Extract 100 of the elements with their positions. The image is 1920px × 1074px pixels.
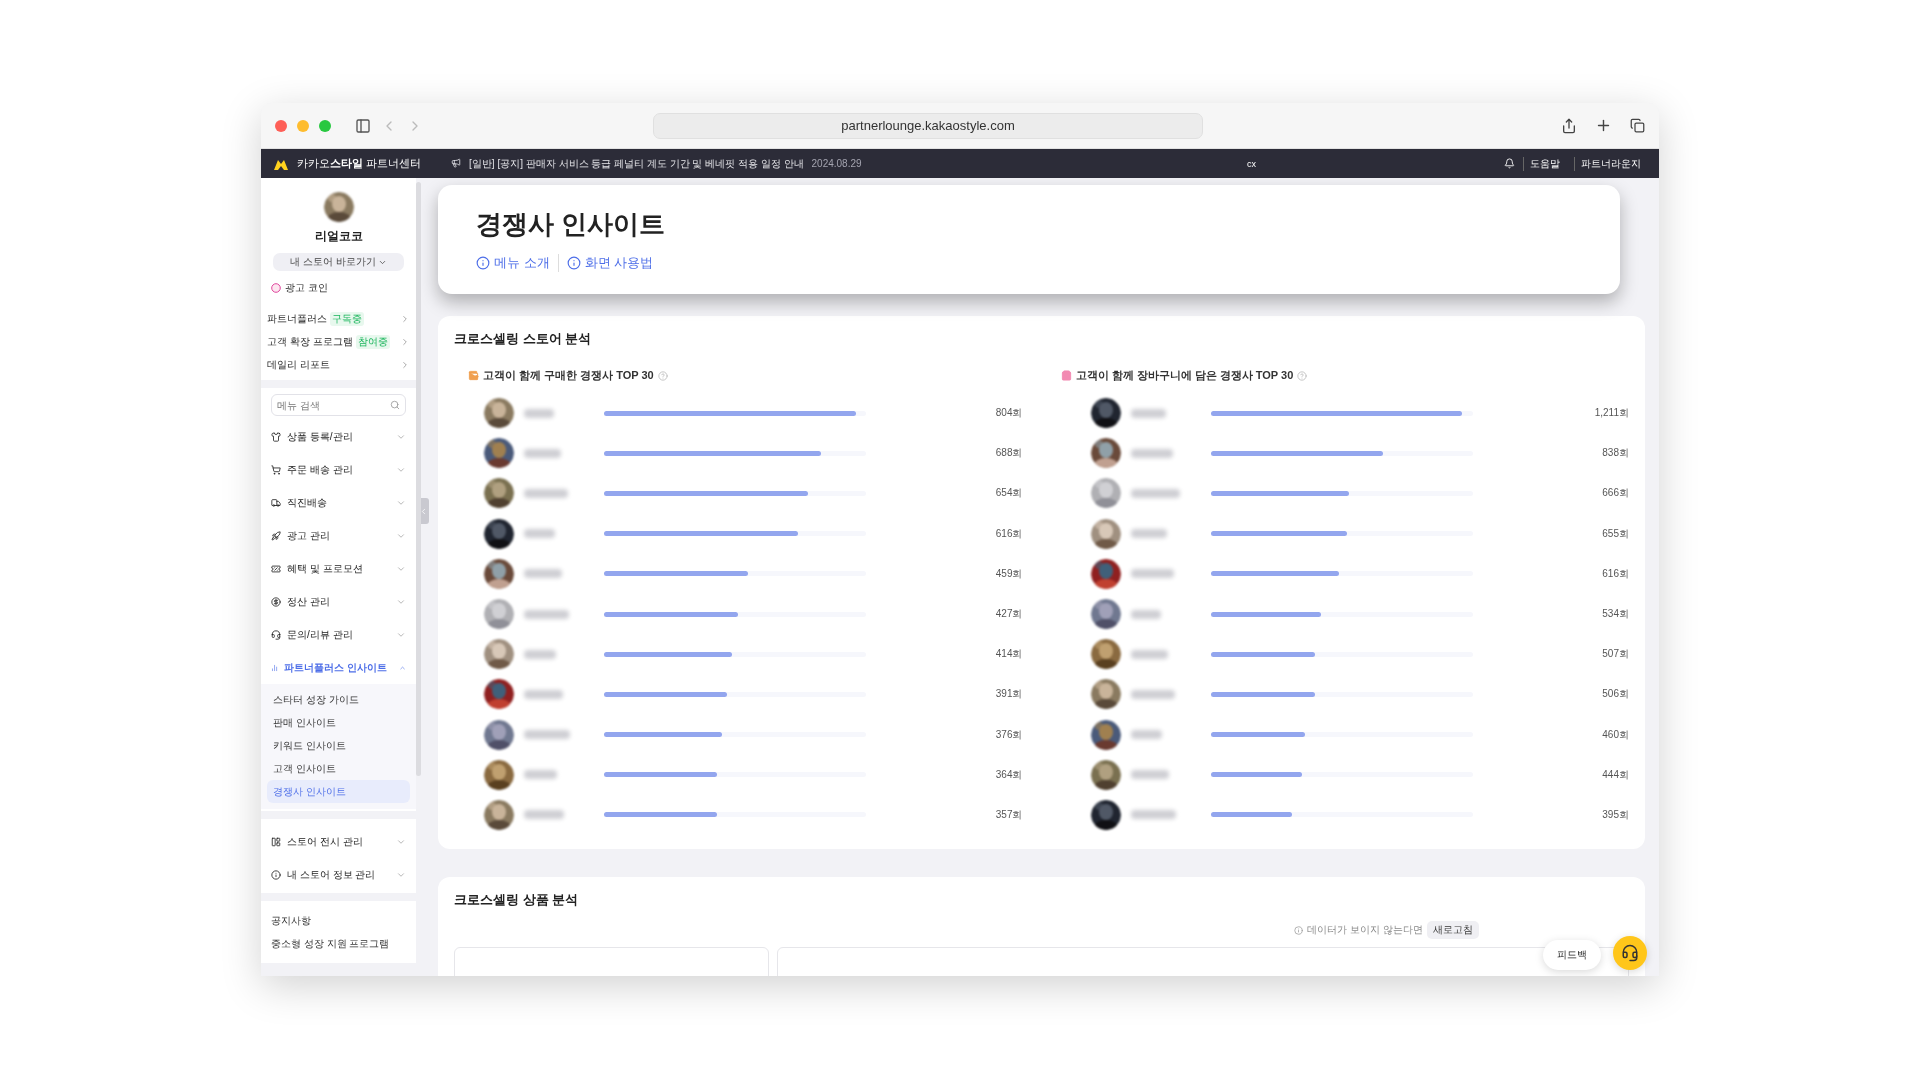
program-link[interactable]: 파트너플러스 구독중	[267, 307, 410, 330]
truck-icon	[271, 497, 281, 508]
menu-label: 광고 관리	[287, 528, 330, 543]
menu-item[interactable]: 광고 관리	[271, 519, 406, 552]
megaphone-icon	[451, 158, 462, 168]
feedback-button[interactable]: 피드백	[1543, 940, 1601, 970]
rocket-icon	[271, 530, 281, 541]
menu-label: 정산 관리	[287, 594, 330, 609]
section-title: 크로스셀링 상품 분석	[454, 891, 580, 910]
menu-label: 직진배송	[287, 495, 327, 510]
count-value: 804회	[994, 406, 1023, 421]
menu-item[interactable]: 스토어 전시 관리	[271, 825, 406, 858]
menu-item[interactable]: 내 스토어 정보 관리	[271, 858, 406, 891]
hint-text: 데이터가 보이지 않는다면	[1307, 923, 1423, 938]
info-icon	[271, 869, 281, 880]
blurred-name	[1130, 448, 1173, 458]
menu-label: 상품 등록/관리	[287, 429, 353, 444]
status-tag: 구독중	[330, 311, 364, 326]
store-name: 리얼코코	[313, 228, 364, 245]
blurred-name	[1130, 609, 1161, 619]
scrollbar[interactable]	[416, 182, 421, 776]
share-icon[interactable]	[1561, 117, 1577, 134]
list-title: 고객이 함께 구매한 경쟁사 TOP 30	[483, 368, 654, 383]
bell-icon[interactable]	[1504, 158, 1515, 169]
ad-coin-label[interactable]: 광고 코인	[285, 281, 328, 295]
section-title: 크로스셀링 스토어 분석	[454, 330, 593, 348]
blurred-name	[524, 488, 568, 498]
count-value: 534회	[1601, 607, 1629, 622]
count-value: 364회	[994, 767, 1023, 782]
tabs-icon[interactable]	[1630, 118, 1645, 133]
help-icon[interactable]	[657, 370, 668, 381]
count-value: 838회	[1601, 446, 1629, 461]
menu-item[interactable]: 정산 관리	[271, 585, 406, 618]
shirt-icon	[271, 431, 281, 442]
blurred-name	[1130, 569, 1174, 579]
blurred-name	[524, 649, 556, 659]
menu-label: 문의/리뷰 관리	[287, 627, 353, 642]
menu-label: 스토어 전시 관리	[287, 834, 363, 849]
layout-icon	[271, 836, 281, 847]
coin-icon	[271, 283, 281, 293]
menu-item[interactable]: 혜택 및 프로모션	[271, 552, 406, 585]
chevron-icon	[400, 359, 410, 370]
blurred-name	[1130, 488, 1180, 498]
top-link[interactable]: 파트너라운지	[1574, 156, 1647, 171]
menu-item[interactable]: 파트너플러스 인사이트	[271, 651, 406, 684]
top-link[interactable]: 도움말	[1523, 156, 1566, 171]
blurred-name	[524, 609, 569, 619]
shopping-bag-icon	[1060, 370, 1072, 381]
menu-label: 주문 배송 관리	[287, 462, 353, 477]
footer-link[interactable]: 공지사항	[271, 909, 406, 932]
brand-name[interactable]: 카카오스타일 파트너센터	[297, 156, 422, 171]
count-value: 395회	[1601, 807, 1629, 822]
menu-item[interactable]: 문의/리뷰 관리	[271, 618, 406, 651]
submenu-item[interactable]: 판매 인사이트	[267, 711, 410, 734]
wallet-icon	[468, 370, 479, 381]
maximize-button[interactable]	[319, 119, 331, 132]
count-value: 655회	[1601, 526, 1629, 541]
store-shortcut-button[interactable]: 내 스토어 바로가기	[273, 253, 404, 271]
refresh-button[interactable]: 새로고침	[1427, 921, 1479, 940]
program-link[interactable]: 고객 확장 프로그램 참여중	[267, 330, 410, 353]
submenu-item[interactable]: 스타터 성장 가이드	[267, 688, 410, 711]
close-button[interactable]	[275, 119, 287, 132]
submenu-item[interactable]: 경쟁사 인사이트	[267, 780, 410, 803]
help-link[interactable]: 화면 사용법	[566, 254, 662, 272]
help-link[interactable]: 메뉴 소개	[476, 254, 559, 272]
chevron-icon	[400, 336, 410, 347]
submenu-item[interactable]: 키워드 인사이트	[267, 734, 410, 757]
menu-item[interactable]: 주문 배송 관리	[271, 453, 406, 486]
blurred-name	[1130, 689, 1175, 699]
headset-icon	[271, 629, 281, 640]
count-value: 459회	[994, 566, 1023, 581]
program-label: 데일리 리포트	[267, 357, 330, 372]
footer-link[interactable]: 중소형 성장 지원 프로그램	[271, 932, 406, 955]
status-mark: cx	[1247, 158, 1256, 169]
program-link[interactable]: 데일리 리포트	[267, 353, 410, 376]
count-value: 1,211회	[1593, 406, 1629, 421]
blurred-name	[1130, 408, 1166, 418]
count-value: 376회	[994, 727, 1023, 742]
coin-icon	[271, 596, 281, 607]
blurred-name	[524, 408, 554, 418]
blurred-name	[1130, 529, 1167, 539]
program-label: 파트너플러스	[267, 311, 327, 326]
menu-search-field[interactable]: 메뉴 검색	[271, 394, 406, 416]
new-tab-icon[interactable]	[1595, 117, 1612, 134]
count-value: 460회	[1601, 727, 1629, 742]
info-icon	[566, 256, 581, 270]
blurred-name	[524, 689, 563, 699]
address-bar[interactable]: partnerlounge.kakaostyle.com	[653, 112, 1203, 139]
blurred-name	[524, 810, 564, 820]
menu-item[interactable]: 직진배송	[271, 486, 406, 519]
count-value: 654회	[994, 486, 1023, 501]
minimize-button[interactable]	[297, 119, 309, 132]
bar-chart-icon	[271, 662, 279, 673]
blurred-name	[524, 770, 557, 780]
help-icon[interactable]	[1297, 370, 1308, 381]
notice-text[interactable]: [일반] [공지] 판매자 서비스 등급 페널티 계도 기간 및 베네핏 적용 일정 안내	[469, 156, 804, 171]
blurred-name	[524, 448, 561, 458]
menu-item[interactable]: 상품 등록/관리	[271, 420, 406, 453]
submenu-item[interactable]: 고객 인사이트	[267, 757, 410, 780]
sidebar-toggle-icon[interactable]	[355, 117, 371, 134]
